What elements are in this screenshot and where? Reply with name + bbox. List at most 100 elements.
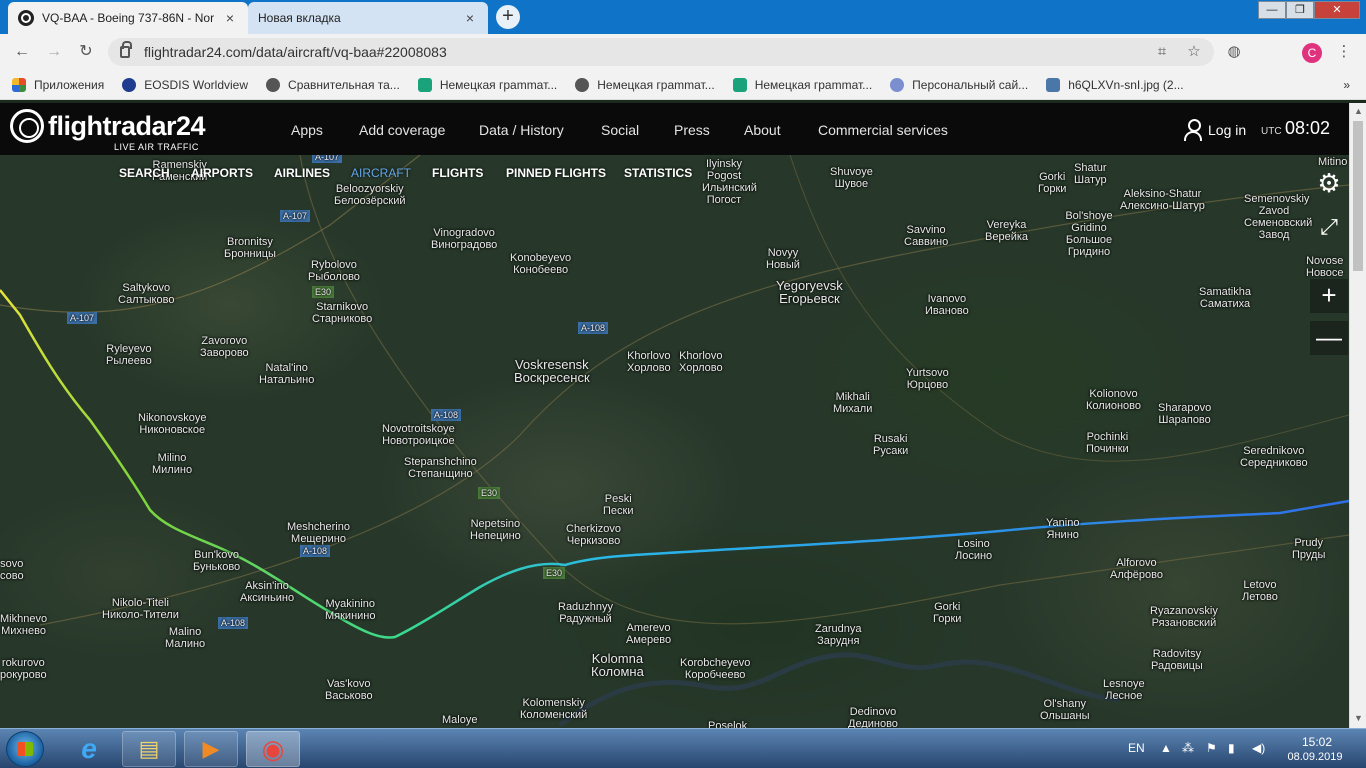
menu-kebab-icon[interactable]: ⋮ [1334, 42, 1354, 62]
fullscreen-icon[interactable]: ⤢ [1310, 211, 1348, 245]
site-icon [732, 77, 747, 92]
place-label: Maloye [442, 714, 478, 726]
media-player-icon[interactable]: ▶ [184, 731, 238, 767]
settings-gear-icon[interactable]: ⚙ [1310, 167, 1348, 201]
place-label: Novyy Новый [766, 247, 800, 271]
place-label: Myakinino Мякинино [325, 598, 376, 622]
place-label: Aksin'ino Аксиньино [240, 580, 295, 604]
file-explorer-icon[interactable]: ▤ [122, 731, 176, 767]
place-label: Meshcherino Мещерино [287, 521, 350, 545]
vk-icon [1046, 77, 1061, 92]
road [299, 155, 1349, 625]
bookmark-item[interactable]: Персональный сай... [890, 77, 1028, 92]
subnav-aircraft[interactable]: AIRCRAFT [351, 166, 411, 180]
site-icon [417, 77, 432, 92]
volume-icon[interactable]: ◀) [1252, 741, 1265, 755]
bookmarks-overflow-button[interactable]: » [1343, 78, 1350, 92]
nav-add-coverage[interactable]: Add coverage [359, 122, 445, 138]
window-minimize-button[interactable]: — [1258, 1, 1286, 19]
nav-about[interactable]: About [744, 122, 781, 138]
place-label: Shuvoye Шувое [830, 166, 873, 190]
bookmark-label: Приложения [34, 77, 105, 92]
tab-new[interactable]: Новая вкладка × [248, 2, 488, 34]
tray-flag-icon[interactable]: ⚑ [1206, 741, 1217, 755]
bookmark-item[interactable]: Немецкая грammат... [732, 77, 872, 92]
zoom-out-button[interactable]: — [1310, 321, 1348, 355]
nav-press[interactable]: Press [674, 122, 710, 138]
internet-explorer-icon[interactable]: e [62, 731, 116, 767]
tab-close-icon[interactable]: × [462, 10, 478, 26]
start-button[interactable] [6, 731, 44, 767]
window-maximize-button[interactable]: ❐ [1286, 1, 1314, 19]
place-label: Novose Новосе [1306, 255, 1344, 279]
globe-extension-icon[interactable]: ◍ [1224, 42, 1244, 62]
page-scrollbar[interactable]: ▲ ▼ [1349, 103, 1366, 728]
scroll-down-icon[interactable]: ▼ [1353, 713, 1364, 724]
map-view[interactable]: A-107 A-107 A-107 E30 A-108 A-108 E30 A-… [0, 155, 1349, 728]
road-label: E30 [543, 567, 566, 579]
window-close-button[interactable]: ✕ [1314, 1, 1360, 19]
translate-icon[interactable]: ⌗ [1152, 42, 1172, 62]
bookmark-item[interactable]: Приложения [12, 77, 105, 92]
nav-commercial-services[interactable]: Commercial services [818, 122, 948, 138]
zoom-in-button[interactable]: + [1310, 279, 1348, 313]
place-label: Prudy Пруды [1292, 537, 1326, 561]
place-label: Yanino Янино [1046, 517, 1080, 541]
address-bar[interactable]: flightradar24.com/data/aircraft/vq-baa#2… [108, 38, 1214, 66]
place-label: Bun'kovo Буньково [193, 549, 241, 573]
bookmarks-bar: Приложения EOSDIS Worldview Сравнительна… [0, 70, 1366, 100]
scroll-up-icon[interactable]: ▲ [1353, 106, 1364, 117]
forward-arrow-icon[interactable]: → [44, 42, 64, 62]
place-label: Letovo Летово [1242, 579, 1278, 603]
bookmark-item[interactable]: EOSDIS Worldview [122, 77, 248, 92]
language-indicator[interactable]: EN [1128, 741, 1145, 755]
reload-icon[interactable]: ↻ [76, 42, 96, 62]
place-label: Pochinki Починки [1086, 431, 1129, 455]
lock-icon [120, 41, 132, 58]
bookmark-item[interactable]: Немецкая грammат... [575, 77, 715, 92]
tab-flightradar[interactable]: VQ-BAA - Boeing 737-86N - Nor × [8, 2, 248, 34]
place-label: Yegoryevsk Егорьевск [776, 278, 843, 306]
bookmark-star-icon[interactable]: ☆ [1184, 42, 1204, 62]
place-label: Rybolovo Рыболово [308, 259, 360, 283]
road-label: E30 [312, 286, 335, 298]
place-label: Beloozyorskiy Белоозёрский [334, 183, 406, 207]
place-label: Lesnoye Лесное [1103, 678, 1145, 702]
bookmark-item[interactable]: Сравнительная та... [266, 77, 400, 92]
radar-logo-icon [10, 109, 44, 143]
new-tab-button[interactable]: + [496, 5, 520, 29]
tab-close-icon[interactable]: × [222, 10, 238, 26]
subnav-pinned-flights[interactable]: PINNED FLIGHTS [506, 166, 606, 180]
chrome-icon[interactable]: ◉ [246, 731, 300, 767]
subnav-airports[interactable]: AIRPORTS [191, 166, 253, 180]
clock-time[interactable]: 15:02 [1290, 735, 1344, 749]
utc-clock: 08:02 [1285, 118, 1331, 138]
tab-title: Новая вкладка [258, 11, 341, 25]
nav-social[interactable]: Social [601, 122, 639, 138]
clock-date[interactable]: 08.09.2019 [1282, 751, 1348, 763]
subnav-flights[interactable]: FLIGHTS [432, 166, 483, 180]
profile-avatar[interactable]: C [1302, 43, 1322, 63]
place-label: Kolionovo Колионово [1086, 388, 1141, 412]
scrollbar-thumb[interactable] [1353, 121, 1363, 271]
place-label: Novotroitskoye Новотроицкое [382, 423, 455, 447]
fr24-header: flightradar24 LIVE AIR TRAFFIC Apps Add … [0, 103, 1349, 155]
subnav-search[interactable]: SEARCH [119, 166, 170, 180]
login-button[interactable]: Log in [1184, 119, 1246, 141]
nav-data-history[interactable]: Data / History [479, 122, 564, 138]
place-label: Vinogradovo Виноградово [431, 227, 498, 251]
bookmark-item[interactable]: h6QLXVn-snI.jpg (2... [1046, 77, 1184, 92]
tray-app-icon[interactable]: ⁂ [1182, 741, 1194, 755]
place-label: Khorlovo Хорлово [679, 350, 723, 374]
place-label: Dedinovo Дединово [848, 706, 898, 728]
subnav-statistics[interactable]: STATISTICS [624, 166, 692, 180]
fr24-logo[interactable]: flightradar24 LIVE AIR TRAFFIC [10, 109, 206, 152]
subnav-airlines[interactable]: AIRLINES [274, 166, 330, 180]
nav-apps[interactable]: Apps [291, 122, 323, 138]
place-label: Malino Малино [165, 626, 206, 650]
place-label: Stepanshchino Степанщино [404, 456, 477, 480]
tray-expand-icon[interactable]: ▲ [1160, 741, 1172, 755]
back-arrow-icon[interactable]: ← [12, 42, 32, 62]
network-icon[interactable]: ▮ [1228, 741, 1235, 755]
bookmark-item[interactable]: Немецкая грammат... [417, 77, 557, 92]
